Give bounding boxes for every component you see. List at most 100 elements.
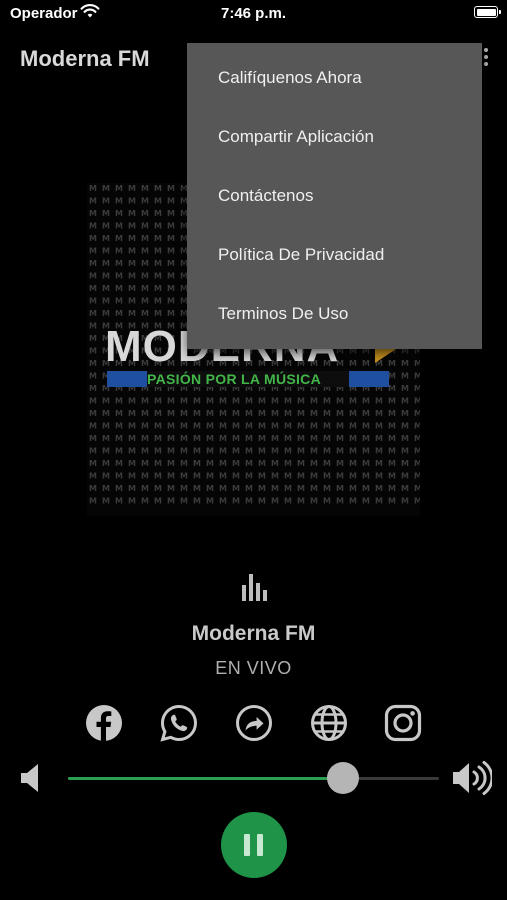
volume-high-icon[interactable]	[452, 760, 492, 796]
svg-text:M: M	[128, 459, 136, 468]
svg-text:M: M	[375, 472, 383, 481]
svg-text:M: M	[167, 259, 175, 268]
station-name: Moderna FM	[191, 622, 316, 645]
svg-text:M: M	[232, 472, 240, 481]
svg-text:M: M	[167, 234, 175, 243]
svg-text:M: M	[154, 484, 162, 493]
svg-text:M: M	[401, 372, 409, 381]
svg-text:M: M	[89, 209, 97, 218]
svg-text:M: M	[193, 497, 201, 506]
svg-text:M: M	[362, 484, 370, 493]
svg-text:M: M	[414, 372, 420, 381]
svg-text:M: M	[193, 459, 201, 468]
svg-text:M: M	[388, 384, 396, 393]
svg-text:M: M	[388, 472, 396, 481]
svg-text:M: M	[154, 409, 162, 418]
svg-text:M: M	[401, 459, 409, 468]
svg-text:M: M	[414, 459, 420, 468]
svg-text:M: M	[128, 447, 136, 456]
svg-text:M: M	[414, 409, 420, 418]
svg-text:M: M	[219, 472, 227, 481]
svg-text:M: M	[141, 222, 149, 231]
svg-text:M: M	[219, 397, 227, 406]
svg-text:M: M	[115, 447, 123, 456]
pause-button[interactable]	[221, 812, 287, 878]
svg-text:M: M	[388, 459, 396, 468]
pause-icon-bar	[257, 834, 263, 856]
svg-text:M: M	[141, 422, 149, 431]
status-bar: Operador 7:46 p.m.	[0, 0, 507, 28]
svg-text:M: M	[271, 447, 279, 456]
svg-text:M: M	[141, 284, 149, 293]
svg-text:M: M	[102, 434, 110, 443]
svg-text:M: M	[414, 484, 420, 493]
svg-text:M: M	[128, 247, 136, 256]
svg-text:M: M	[336, 447, 344, 456]
svg-text:M: M	[89, 459, 97, 468]
svg-text:M: M	[89, 447, 97, 456]
menu-item-rate[interactable]: Califíquenos Ahora	[218, 48, 468, 107]
svg-text:M: M	[141, 247, 149, 256]
pause-icon	[244, 834, 250, 856]
svg-text:M: M	[401, 422, 409, 431]
svg-text:M: M	[232, 422, 240, 431]
svg-text:M: M	[349, 397, 357, 406]
svg-text:M: M	[89, 397, 97, 406]
svg-text:M: M	[154, 259, 162, 268]
svg-text:M: M	[336, 472, 344, 481]
whatsapp-icon[interactable]	[159, 703, 199, 743]
volume-low-icon[interactable]	[19, 762, 41, 794]
share-icon[interactable]	[234, 703, 274, 743]
overflow-menu: Califíquenos Ahora Compartir Aplicación …	[187, 43, 482, 349]
svg-text:M: M	[102, 272, 110, 281]
svg-text:M: M	[167, 247, 175, 256]
svg-text:M: M	[232, 397, 240, 406]
svg-text:M: M	[336, 434, 344, 443]
menu-item-share-app[interactable]: Compartir Aplicación	[218, 107, 468, 166]
svg-text:M: M	[141, 234, 149, 243]
svg-text:M: M	[89, 222, 97, 231]
clock: 7:46 p.m.	[220, 5, 287, 22]
volume-slider-thumb[interactable]	[326, 762, 359, 794]
menu-item-terms[interactable]: Terminos De Uso	[218, 284, 468, 343]
svg-text:M: M	[154, 209, 162, 218]
svg-text:M: M	[219, 484, 227, 493]
svg-text:M: M	[167, 309, 175, 318]
svg-text:M: M	[180, 472, 188, 481]
svg-text:M: M	[180, 484, 188, 493]
svg-text:M: M	[297, 434, 305, 443]
battery-icon	[474, 6, 501, 18]
svg-text:M: M	[219, 409, 227, 418]
svg-text:M: M	[375, 497, 383, 506]
svg-text:M: M	[258, 459, 266, 468]
menu-item-contact[interactable]: Contáctenos	[218, 166, 468, 225]
svg-text:M: M	[180, 409, 188, 418]
svg-text:M: M	[115, 409, 123, 418]
svg-text:M: M	[362, 422, 370, 431]
svg-text:M: M	[258, 422, 266, 431]
svg-text:M: M	[310, 459, 318, 468]
svg-text:M: M	[362, 409, 370, 418]
facebook-icon[interactable]	[84, 703, 124, 743]
svg-text:M: M	[154, 222, 162, 231]
svg-text:M: M	[284, 459, 292, 468]
svg-text:M: M	[89, 284, 97, 293]
svg-text:M: M	[89, 409, 97, 418]
svg-text:M: M	[89, 184, 97, 193]
svg-text:M: M	[128, 484, 136, 493]
svg-text:M: M	[375, 422, 383, 431]
svg-text:M: M	[349, 409, 357, 418]
menu-item-privacy[interactable]: Política De Privacidad	[218, 225, 468, 284]
svg-text:M: M	[102, 497, 110, 506]
volume-slider[interactable]	[68, 762, 439, 794]
svg-text:M: M	[115, 272, 123, 281]
logo-tagline: PASIÓN POR LA MÚSICA	[147, 371, 322, 387]
svg-text:M: M	[167, 197, 175, 206]
svg-text:M: M	[349, 359, 357, 368]
instagram-icon[interactable]	[383, 703, 423, 743]
svg-text:M: M	[89, 272, 97, 281]
globe-icon[interactable]	[309, 703, 349, 743]
svg-text:M: M	[180, 497, 188, 506]
svg-text:M: M	[141, 272, 149, 281]
svg-text:M: M	[336, 397, 344, 406]
